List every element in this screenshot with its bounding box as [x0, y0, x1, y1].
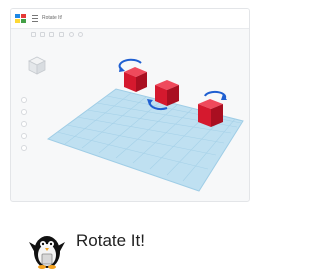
tinkercad-screenshot: Rotate It! — [10, 8, 250, 202]
penguin-icon — [29, 236, 65, 269]
lesson-title[interactable]: Rotate It! — [76, 231, 145, 251]
view-controls — [21, 97, 27, 157]
fit-view-icon[interactable] — [21, 109, 27, 115]
red-cube-3[interactable] — [198, 99, 223, 127]
3d-workspace[interactable] — [11, 29, 249, 201]
red-cube-2[interactable] — [155, 80, 179, 106]
lesson-card[interactable]: Rotate It! — [12, 214, 248, 272]
hamburger-menu-icon[interactable] — [32, 15, 38, 22]
tinkercad-logo-icon[interactable] — [15, 14, 27, 23]
zoom-in-icon[interactable] — [21, 121, 27, 127]
view-cube-icon[interactable] — [28, 56, 46, 75]
zoom-out-icon[interactable] — [21, 133, 27, 139]
home-view-icon[interactable] — [21, 97, 27, 103]
app-top-bar: Rotate It! — [11, 9, 249, 29]
perspective-icon[interactable] — [21, 145, 27, 151]
red-cube-1[interactable] — [124, 67, 147, 92]
page: Rotate It! Rotate It! — [0, 0, 254, 275]
design-title[interactable]: Rotate It! — [42, 14, 62, 22]
rotate-arrow-icon[interactable] — [118, 58, 142, 70]
rotate-arrow-head — [119, 66, 125, 72]
